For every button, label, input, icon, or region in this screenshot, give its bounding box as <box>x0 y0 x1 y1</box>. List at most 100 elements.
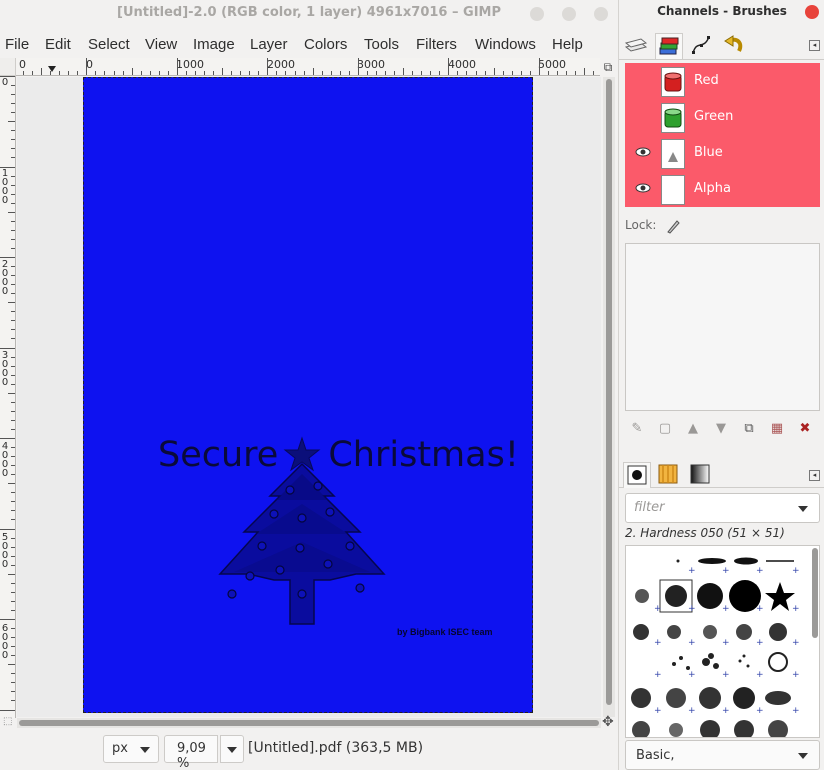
ruler-tick <box>294 71 296 75</box>
close-button[interactable] <box>594 7 608 21</box>
channel-to-selection-icon[interactable]: ▦ <box>769 420 785 438</box>
ruler-tick <box>0 76 15 77</box>
tab-gradients[interactable] <box>687 462 715 488</box>
menu-windows[interactable]: Windows <box>475 36 536 53</box>
brush-preset-dropdown[interactable]: Basic, <box>625 740 820 770</box>
tab-undo-history[interactable] <box>721 33 749 59</box>
ruler-tick <box>11 112 15 114</box>
delete-channel-icon[interactable]: ✖ <box>797 420 813 438</box>
menu-select[interactable]: Select <box>88 36 130 53</box>
ruler-tick <box>11 646 15 648</box>
ruler-label: 0 <box>1 77 9 88</box>
brush-filter-dropdown[interactable]: filter <box>625 493 820 523</box>
channel-row-blue[interactable]: Blue <box>625 135 820 171</box>
ruler-tick <box>312 68 314 75</box>
channel-row-alpha[interactable]: Alpha <box>625 171 820 207</box>
ruler-label: 2 0 0 0 <box>1 259 9 297</box>
maximize-button[interactable] <box>562 7 576 21</box>
ruler-tick <box>104 71 106 75</box>
ruler-tick <box>430 71 432 75</box>
brush-grid[interactable]: + + + + + + + + + + + + + + + + + + + + + + + + <box>625 545 820 738</box>
ruler-tick <box>8 121 15 123</box>
menu-image[interactable]: Image <box>193 36 235 53</box>
tab-brushes[interactable] <box>623 462 651 488</box>
document-page[interactable]: Secure Christmas! by Bigbank ISEC team <box>83 77 533 713</box>
ruler-tick <box>11 582 15 584</box>
ruler-tick <box>194 71 196 75</box>
vertical-ruler[interactable]: 0 1 0 0 0 2 0 0 0 3 0 0 0 4 0 0 0 5 0 0 … <box>0 76 16 718</box>
status-info: [Untitled].pdf (363,5 MB) <box>248 740 424 756</box>
svg-text:+: + <box>688 706 696 716</box>
menu-colors[interactable]: Colors <box>304 36 347 53</box>
ruler-label: 1 0 0 0 <box>1 168 9 206</box>
navigate-icon[interactable]: ⧉ <box>600 58 616 76</box>
channel-thumbnail <box>661 67 685 97</box>
horizontal-ruler[interactable]: 0 0 1000 2000 3000 4000 5000 <box>16 58 600 76</box>
scroll-thumb[interactable] <box>606 79 612 705</box>
channel-row-red[interactable]: Red <box>625 63 820 99</box>
ruler-tick <box>11 175 15 177</box>
chevron-down-icon <box>140 747 150 753</box>
tab-layers[interactable] <box>623 33 651 59</box>
eye-icon[interactable] <box>635 145 651 159</box>
lower-channel-icon[interactable]: ▼ <box>713 420 729 438</box>
minimize-button[interactable] <box>530 7 544 21</box>
navigation-cross-icon[interactable]: ✥ <box>602 714 614 730</box>
horizontal-scrollbar[interactable] <box>17 718 601 728</box>
zoom-dropdown-button[interactable] <box>220 735 244 763</box>
menu-help[interactable]: Help <box>552 36 583 53</box>
ruler-tick <box>11 447 15 449</box>
scroll-thumb[interactable] <box>19 720 599 726</box>
eye-icon[interactable] <box>635 181 651 195</box>
svg-text:+: + <box>792 670 800 680</box>
menu-edit[interactable]: Edit <box>45 36 71 53</box>
edit-channel-icon[interactable]: ✎ <box>629 420 645 438</box>
ruler-tick <box>538 58 540 75</box>
ruler-tick <box>8 392 15 394</box>
unit-dropdown[interactable]: px <box>103 735 159 763</box>
duplicate-channel-icon[interactable]: ⧉ <box>741 420 757 438</box>
svg-text:+: + <box>688 638 696 648</box>
ruler-tick <box>8 664 15 666</box>
brush-icon <box>627 465 647 485</box>
ruler-tick <box>32 71 34 75</box>
tab-menu-icon[interactable]: ◂ <box>809 470 820 481</box>
dock-close-button[interactable] <box>805 5 819 19</box>
ruler-tick <box>11 510 15 512</box>
channel-row-green[interactable]: Green <box>625 99 820 135</box>
dock-tabs: ◂ <box>619 30 824 60</box>
menu-tools[interactable]: Tools <box>364 36 399 53</box>
ruler-corner[interactable] <box>0 58 16 76</box>
ruler-tick <box>176 58 178 75</box>
new-channel-icon[interactable]: ▢ <box>657 420 673 438</box>
ruler-tick <box>77 71 79 75</box>
menu-view[interactable]: View <box>145 36 177 53</box>
ruler-tick <box>584 68 586 75</box>
ruler-tick <box>11 628 15 630</box>
menu-filters[interactable]: Filters <box>416 36 457 53</box>
lock-paint-brush-icon[interactable] <box>665 218 681 234</box>
ruler-tick <box>222 68 224 75</box>
quick-mask-toggle-icon[interactable]: ⬚ <box>3 716 12 727</box>
menu-file[interactable]: File <box>5 36 29 53</box>
channel-list-empty-area <box>625 243 820 411</box>
svg-text:+: + <box>688 566 696 576</box>
vertical-scrollbar[interactable] <box>603 77 615 717</box>
ruler-tick <box>11 591 15 593</box>
menu-bar: File Edit Select View Image Layer Colors… <box>0 32 618 58</box>
tab-paths[interactable] <box>689 33 717 59</box>
ruler-tick <box>249 71 251 75</box>
window-title: [Untitled]-2.0 (RGB color, 1 layer) 4961… <box>117 5 501 20</box>
zoom-input[interactable]: 9,09 % <box>164 735 218 770</box>
ruler-label: 5 0 0 0 <box>1 532 9 570</box>
ruler-tick <box>457 71 459 75</box>
tab-menu-icon[interactable]: ◂ <box>809 40 820 51</box>
menu-layer[interactable]: Layer <box>250 36 288 53</box>
tab-patterns[interactable] <box>655 462 683 488</box>
raise-channel-icon[interactable]: ▲ <box>685 420 701 438</box>
ruler-tick <box>23 71 24 75</box>
image-canvas[interactable]: Secure Christmas! by Bigbank ISEC team <box>17 77 601 717</box>
ruler-tick <box>11 555 15 557</box>
tab-channels[interactable] <box>655 33 683 59</box>
channel-thumbnail <box>661 139 685 169</box>
